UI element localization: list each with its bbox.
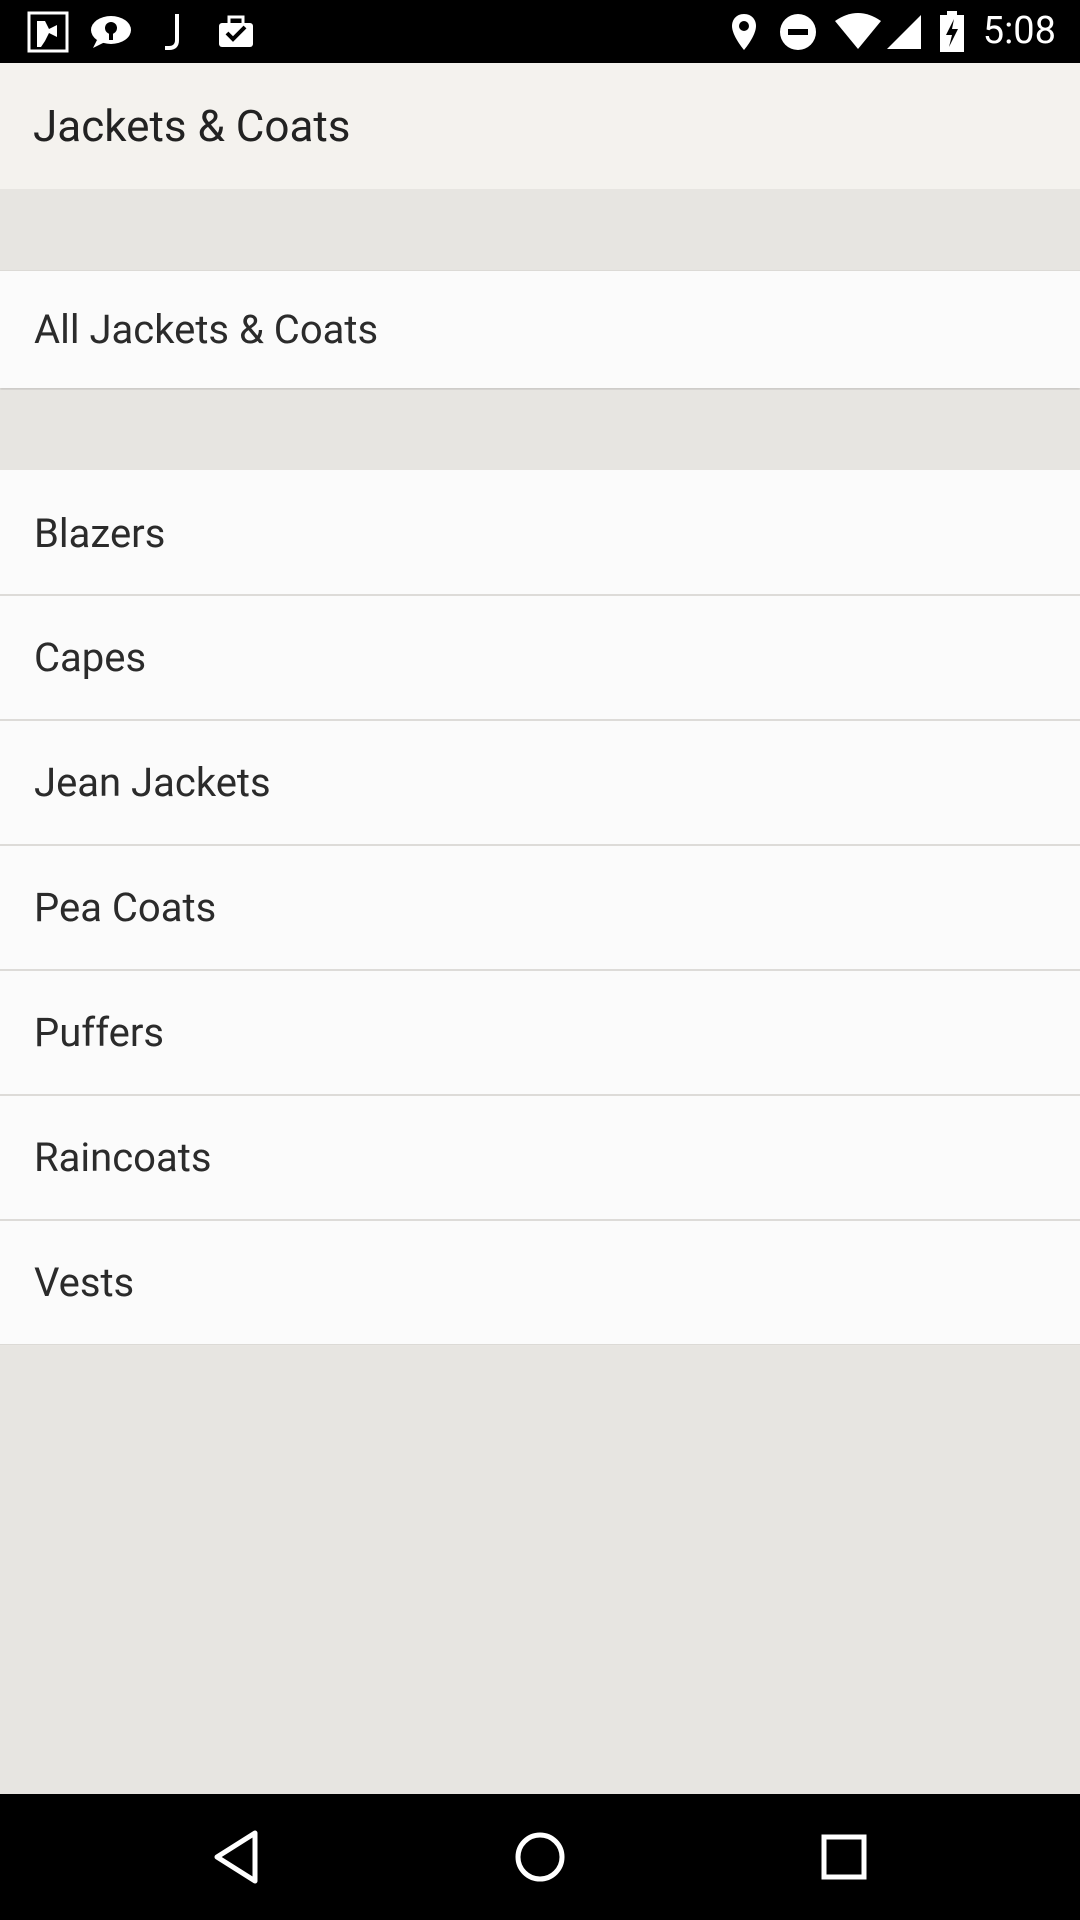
clock: 5:08 bbox=[982, 9, 1056, 53]
list-item-label: Pea Coats bbox=[34, 884, 217, 931]
recents-icon[interactable] bbox=[774, 1794, 914, 1920]
category-item-blazers[interactable]: Blazers bbox=[0, 470, 1080, 595]
list-item-label: Blazers bbox=[34, 510, 166, 557]
category-item-raincoats[interactable]: Raincoats bbox=[0, 1096, 1080, 1220]
category-item-jean-jackets[interactable]: Jean Jackets bbox=[0, 721, 1080, 845]
app-bar: Jackets & Coats bbox=[0, 63, 1080, 189]
section-spacer bbox=[0, 390, 1080, 470]
back-icon[interactable] bbox=[167, 1794, 307, 1920]
navigation-bar bbox=[0, 1794, 1080, 1920]
category-item-vests[interactable]: Vests bbox=[0, 1221, 1080, 1345]
list-item-label: Jean Jackets bbox=[34, 759, 271, 806]
list-item-label: All Jackets & Coats bbox=[34, 306, 379, 353]
empty-background bbox=[0, 1346, 1080, 1794]
briefcase-check-icon bbox=[214, 10, 258, 54]
location-pin-icon bbox=[728, 10, 760, 54]
list-item-label: Puffers bbox=[34, 1009, 165, 1056]
category-item-pea-coats[interactable]: Pea Coats bbox=[0, 846, 1080, 970]
category-item-capes[interactable]: Capes bbox=[0, 596, 1080, 720]
category-item-puffers[interactable]: Puffers bbox=[0, 971, 1080, 1095]
list-item-label: Raincoats bbox=[34, 1134, 212, 1181]
do-not-disturb-icon bbox=[776, 10, 820, 54]
chat-icon bbox=[88, 10, 134, 54]
all-jackets-coats-item[interactable]: All Jackets & Coats bbox=[0, 270, 1080, 388]
signal-icon bbox=[884, 10, 924, 54]
section-spacer bbox=[0, 189, 1080, 270]
status-bar: 5:08 bbox=[0, 0, 1080, 63]
battery-charging-icon bbox=[938, 10, 966, 54]
list-item-label: Vests bbox=[34, 1259, 135, 1306]
list-item-label: Capes bbox=[34, 634, 147, 681]
wifi-icon bbox=[832, 10, 884, 54]
page-title: Jackets & Coats bbox=[33, 100, 351, 152]
home-icon[interactable] bbox=[470, 1794, 610, 1920]
j-app-icon bbox=[158, 10, 188, 54]
media-icon bbox=[26, 10, 70, 54]
